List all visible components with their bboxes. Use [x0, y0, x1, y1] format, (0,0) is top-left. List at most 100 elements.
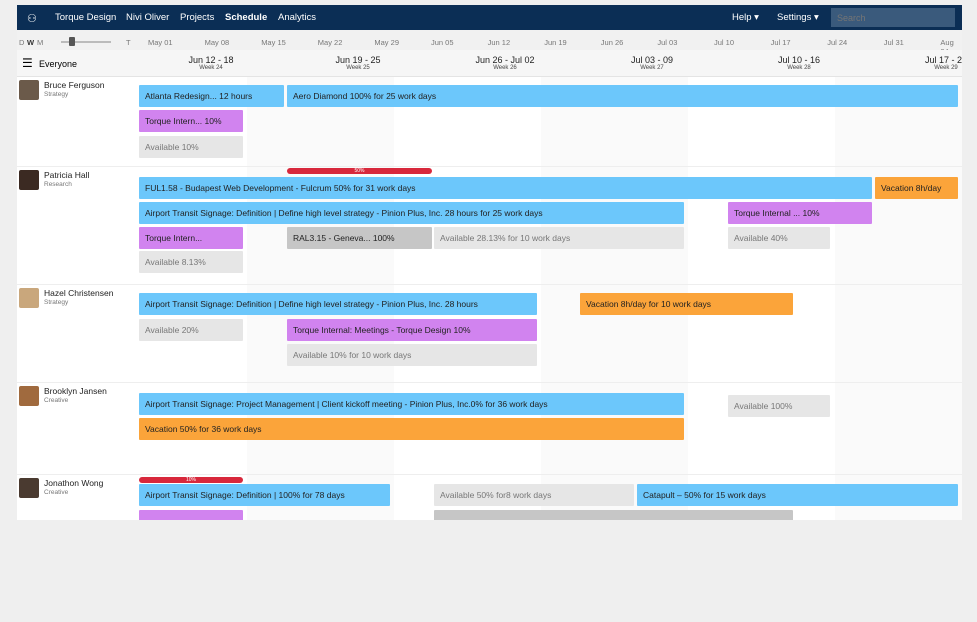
person-role: Strategy [44, 91, 69, 98]
overallocation-bar: 10% [139, 477, 243, 483]
assignment-bar[interactable]: Available 100% [728, 395, 830, 417]
scale-date: Jul 17 [770, 38, 791, 47]
week-range: Jun 19 - 25 [335, 55, 381, 65]
week-range: Jul 03 - 09 [630, 55, 674, 65]
assignment-bar[interactable]: Available 10% [139, 136, 243, 158]
assignment-bar[interactable]: Available 8.13% [139, 251, 243, 273]
person-role: Creative [44, 397, 69, 404]
scale-date: May 08 [204, 38, 230, 47]
menu-icon[interactable]: ☰ [22, 56, 33, 70]
assignment-bar[interactable]: Airport Transit Signage: Definition | De… [139, 202, 684, 224]
zoom-week[interactable]: W [27, 38, 34, 47]
week-range: Jun 12 - 18 [188, 55, 234, 65]
assignment-bar[interactable]: Available 50% for8 work days [434, 484, 634, 506]
assignment-bar[interactable]: Available 10% for 10 work days [287, 344, 537, 366]
scale-date: Jun 26 [600, 38, 624, 47]
team-icon[interactable]: ⚇ [27, 12, 37, 25]
nav-schedule[interactable]: Schedule [225, 12, 267, 23]
week-number: Week 26 [493, 65, 517, 71]
person-name[interactable]: Jonathon Wong [44, 478, 103, 488]
nav-analytics[interactable]: Analytics [278, 12, 316, 23]
week-header: ☰ Everyone Jun 12 - 18 Week 24 Jun 19 - 25… [17, 50, 962, 77]
person-name[interactable]: Bruce Ferguson [44, 80, 104, 90]
assignment-bar[interactable]: Vacation 8h/day for 10 work days [580, 293, 793, 315]
assignment-bar[interactable]: RAL3.15 - Geneva... 100% [287, 227, 432, 249]
week-label: Jul 03 - 09 Week 27 [582, 55, 722, 71]
week-number: Week 28 [787, 65, 811, 71]
assignment-bar[interactable] [434, 510, 793, 520]
search-input[interactable] [831, 8, 955, 27]
person-name[interactable]: Patricia Hall [44, 170, 89, 180]
avatar[interactable] [19, 386, 39, 406]
top-nav: ⚇ Torque Design Nivi Oliver Projects Sch… [17, 5, 962, 30]
zoom-month[interactable]: M [37, 38, 43, 47]
assignment-bar[interactable]: Torque Internal: Meetings - Torque Desig… [287, 319, 537, 341]
week-number: Week 27 [640, 65, 664, 71]
assignment-bar[interactable]: Vacation 50% for 36 work days [139, 418, 684, 440]
person-row: Patricia Hall Research 50% FUL1.58 - Budape… [17, 167, 962, 285]
assignment-bar[interactable]: Atlanta Redesign... 12 hours [139, 85, 284, 107]
week-number: Week 25 [346, 65, 370, 71]
nav-projects[interactable]: Projects [180, 12, 214, 23]
scale-date: Jul 31 [883, 38, 904, 47]
settings-menu[interactable]: Settings ▾ [777, 12, 819, 23]
assignment-bar[interactable]: Vacation 8h/day [875, 177, 958, 199]
person-name[interactable]: Brooklyn Jansen [44, 386, 107, 396]
assignment-bar[interactable]: Torque Intern... [139, 227, 243, 249]
assignment-bar[interactable]: Catapult – 50% for 15 work days [637, 484, 958, 506]
avatar[interactable] [19, 80, 39, 100]
week-range: Jul 17 - 23 [924, 55, 962, 65]
scale-date: May 01 [148, 38, 173, 47]
assignment-bar[interactable]: Available 28.13% for 10 work days [434, 227, 684, 249]
assignment-bar[interactable]: FUL1.58 - Budapest Web Development - Ful… [139, 177, 872, 199]
person-row: Jonathon Wong Creative 10% Airport Transit … [17, 475, 962, 520]
person-name[interactable]: Hazel Christensen [44, 288, 113, 298]
week-range: Jun 26 - Jul 02 [475, 55, 535, 65]
person-role: Creative [44, 489, 69, 496]
scale-date: May 22 [317, 38, 343, 47]
zoom-slider[interactable] [61, 37, 111, 46]
avatar[interactable] [19, 478, 39, 498]
assignment-bar[interactable] [139, 510, 243, 520]
week-number: Week 29 [934, 65, 958, 71]
nav-user[interactable]: Nivi Oliver [126, 12, 169, 23]
assignment-bar[interactable]: Airport Transit Signage: Project Managem… [139, 393, 684, 415]
week-label: Jul 10 - 16 Week 28 [729, 55, 869, 71]
assignment-bar[interactable]: Aero Diamond 100% for 25 work days [287, 85, 958, 107]
week-label: Jun 19 - 25 Week 25 [288, 55, 428, 71]
zoom-timeline[interactable]: T [126, 38, 131, 47]
week-label: Jun 26 - Jul 02 Week 26 [435, 55, 575, 71]
assignment-bar[interactable]: Torque Intern... 10% [139, 110, 243, 132]
assignment-bar[interactable]: Airport Transit Signage: Definition | 10… [139, 484, 390, 506]
zoom-day[interactable]: D [19, 38, 24, 47]
everyone-filter[interactable]: Everyone [39, 59, 77, 69]
person-role: Research [44, 181, 72, 188]
scale-date: Jun 12 [487, 38, 511, 47]
scale-date: May 15 [261, 38, 286, 47]
week-number: Week 24 [199, 65, 223, 71]
scale-date: Jul 03 [657, 38, 678, 47]
assignment-bar[interactable]: Torque Internal ... 10% [728, 202, 872, 224]
avatar[interactable] [19, 170, 39, 190]
help-menu[interactable]: Help ▾ [732, 12, 759, 23]
person-row: Brooklyn Jansen Creative Airport Transit S… [17, 383, 962, 475]
week-label: Jun 12 - 18 Week 24 [141, 55, 281, 71]
app-window: ⚇ Torque Design Nivi Oliver Projects Sch… [17, 5, 962, 520]
scale-date: May 29 [374, 38, 399, 47]
week-label: Jul 17 - 23Week 29 [876, 55, 962, 71]
week-range: Jul 10 - 16 [777, 55, 821, 65]
scale-date: Jun 19 [544, 38, 567, 47]
timeline-scale: D W M T May 01 May 08 May 15 May 22 May 29 Ju… [17, 30, 962, 56]
overallocation-bar: 50% [287, 168, 432, 174]
avatar[interactable] [19, 288, 39, 308]
person-row: Bruce Ferguson Strategy Atlanta Redesign..… [17, 77, 962, 167]
assignment-bar[interactable]: Available 40% [728, 227, 830, 249]
scale-date: Jun 05 [431, 38, 454, 47]
scale-date: Jul 24 [827, 38, 848, 47]
person-role: Strategy [44, 299, 69, 306]
nav-company[interactable]: Torque Design [55, 12, 116, 23]
assignment-bar[interactable]: Airport Transit Signage: Definition | De… [139, 293, 537, 315]
assignment-bar[interactable]: Available 20% [139, 319, 243, 341]
person-row: Hazel Christensen Strategy Airport Transit… [17, 285, 962, 383]
scale-date: Jul 10 [714, 38, 735, 47]
